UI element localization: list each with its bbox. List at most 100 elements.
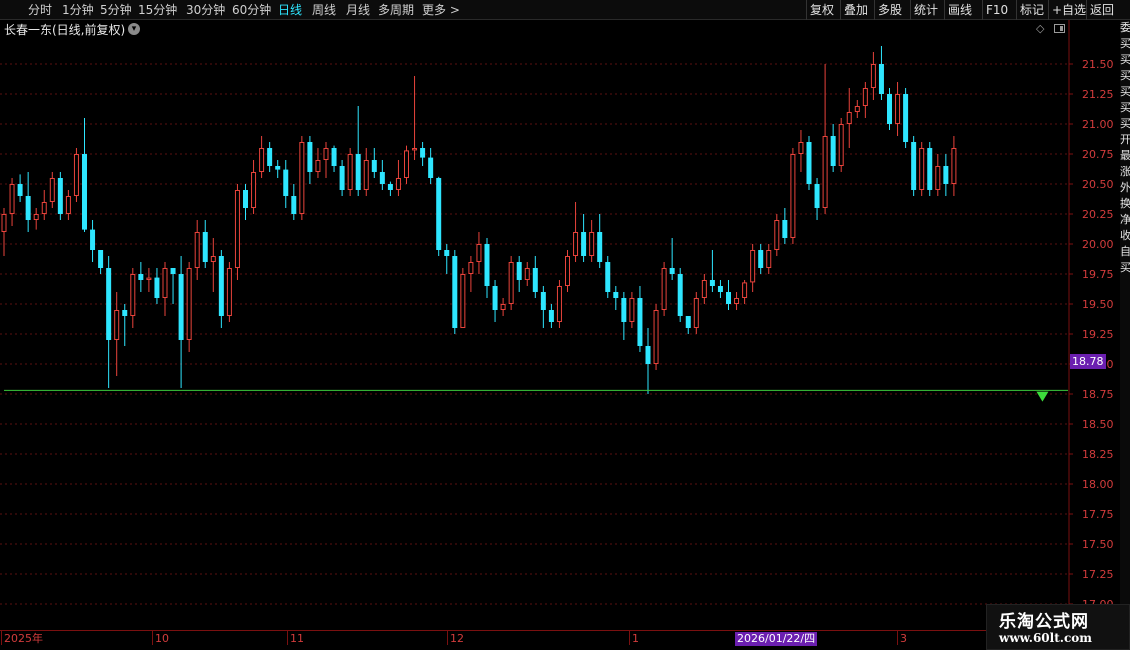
candle-body-down: [444, 250, 450, 256]
candle-body-up: [870, 64, 876, 88]
candle-body-down: [597, 232, 603, 262]
quote-field-label: 净: [1120, 213, 1130, 226]
candle-body-down: [291, 196, 297, 214]
candle-body-down: [887, 94, 892, 124]
candle-body-up: [500, 304, 506, 310]
candle-body-up: [186, 268, 192, 340]
candle-body-up: [130, 274, 136, 316]
candle-body-down: [709, 280, 715, 286]
y-tick-label: 19.25: [1082, 328, 1114, 341]
quote-field-label: 最: [1120, 149, 1130, 162]
candle-body-up: [41, 202, 47, 214]
candle-body-up: [589, 232, 595, 256]
candle-body-down: [355, 154, 361, 190]
y-tick-label: 20.00: [1082, 238, 1114, 251]
candle-body-down: [878, 64, 884, 94]
candle-body-down: [677, 274, 683, 316]
candle-body-up: [701, 280, 707, 298]
y-tick-label: 20.75: [1082, 148, 1114, 161]
current-price-label: 18.78: [1070, 354, 1106, 369]
candle-body-down: [782, 220, 788, 238]
candle-body-up: [114, 310, 120, 340]
candle-body-up: [404, 150, 409, 178]
y-tick-label: 21.50: [1082, 58, 1114, 71]
candle-body-down: [138, 274, 144, 280]
candle-body-up: [194, 232, 200, 268]
y-tick-label: 17.75: [1082, 508, 1114, 521]
candle-body-down: [106, 268, 112, 340]
quote-field-label: 买: [1120, 37, 1130, 50]
candle-body-down: [98, 250, 104, 268]
candle-body-up: [774, 220, 780, 250]
candle-body-down: [428, 157, 434, 178]
candle-body-down: [726, 292, 731, 304]
date-label: 1: [632, 632, 639, 645]
candle-body-down: [903, 94, 909, 142]
candle-body-up: [629, 298, 635, 322]
quote-field-label: 外: [1120, 181, 1130, 194]
candle-body-down: [339, 166, 345, 190]
candle-body-down: [371, 160, 377, 172]
candle-body-down: [581, 232, 587, 256]
candle-body-down: [57, 178, 63, 214]
candle-body-up: [838, 124, 844, 166]
candle-body-down: [621, 298, 627, 322]
date-label: 12: [450, 632, 464, 645]
candle-body-up: [299, 142, 305, 214]
candle-body-up: [693, 298, 699, 328]
candle-body-up: [49, 178, 55, 202]
candle-body-up: [234, 190, 240, 268]
candle-body-up: [476, 244, 482, 262]
candle-body-up: [259, 148, 265, 172]
candle-body-up: [935, 166, 941, 190]
quote-field-label: 买: [1120, 261, 1130, 274]
candle-body-down: [267, 148, 273, 166]
date-tick: [1, 631, 2, 645]
candle-body-down: [548, 310, 554, 322]
quote-field-label: 委: [1120, 21, 1130, 34]
candle-body-down: [669, 268, 675, 274]
candle-body-up: [412, 148, 418, 151]
candle-body-up: [146, 277, 152, 281]
candle-body-up: [895, 94, 901, 124]
quote-panel-strip: 委买买买买买买开最涨外换净收自买: [1120, 20, 1130, 630]
candle-body-up: [750, 250, 756, 283]
date-tick: [629, 631, 630, 645]
candle-body-down: [484, 244, 490, 286]
quote-field-label: 买: [1120, 53, 1130, 66]
candle-body-down: [613, 292, 619, 298]
candle-body-down: [758, 250, 764, 268]
candle-body-down: [532, 268, 538, 292]
quote-field-label: 收: [1120, 229, 1130, 242]
date-label: 3: [900, 632, 907, 645]
watermark-title: 乐淘公式网: [999, 612, 1089, 632]
candle-body-down: [154, 277, 160, 298]
candle-body-up: [565, 256, 570, 286]
y-tick-label: 19.50: [1082, 298, 1114, 311]
candle-body-up: [73, 154, 79, 196]
candlestick-chart[interactable]: 21.50 21.25 21.00 20.75 20.50 20.25 20.00 19.75…: [0, 0, 1130, 650]
candle-body-down: [605, 262, 611, 292]
date-tick: [897, 631, 898, 645]
quote-field-label: 换: [1120, 197, 1130, 210]
candle-body-up: [226, 268, 232, 316]
y-tick-label: 21.25: [1082, 88, 1114, 101]
date-tick: [287, 631, 288, 645]
candle-body-down: [814, 184, 820, 208]
candle-body-down: [170, 268, 176, 274]
y-tick-label: 20.25: [1082, 208, 1114, 221]
quote-field-label: 买: [1120, 69, 1130, 82]
quote-field-label: 自: [1120, 245, 1130, 258]
y-tick-label: 18.00: [1082, 478, 1114, 491]
quote-field-label: 买: [1120, 85, 1130, 98]
y-tick-label: 20.50: [1082, 178, 1114, 191]
candle-body-down: [331, 148, 337, 166]
date-label: 11: [290, 632, 304, 645]
candle-body-down: [283, 169, 289, 196]
candle-body-down: [637, 298, 643, 346]
y-tick-label: 19.75: [1082, 268, 1114, 281]
candle-body-up: [162, 268, 168, 298]
y-tick-label: 18.75: [1082, 388, 1114, 401]
y-tick-label: 17.50: [1082, 538, 1114, 551]
signal-arrow-marker: [1036, 391, 1049, 402]
